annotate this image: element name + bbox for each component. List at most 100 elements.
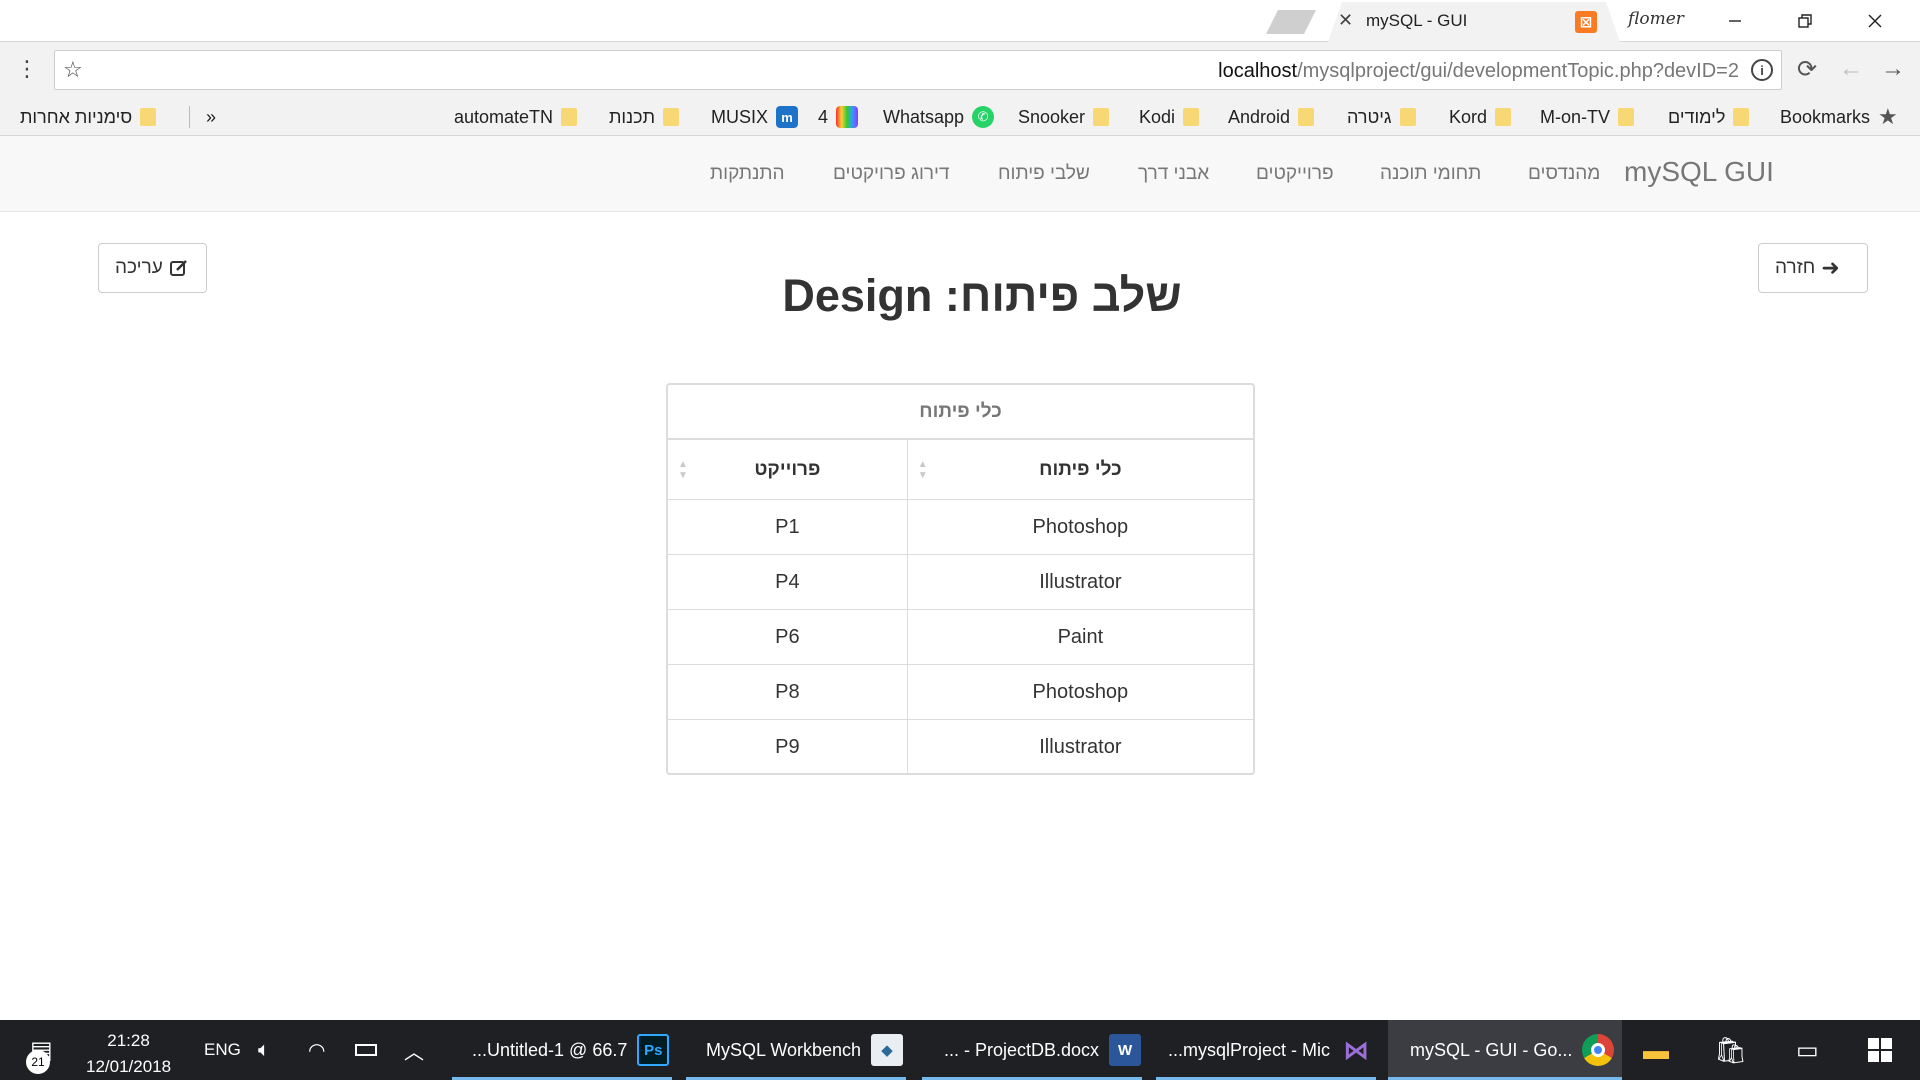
nav-link-software-domains[interactable]: תחומי תוכנה — [1380, 163, 1481, 185]
table-row: P9 Illustrator — [668, 719, 1253, 775]
bookmark-folder[interactable]: automateTN — [454, 104, 578, 130]
minimize-button[interactable] — [1700, 0, 1770, 42]
window-controls — [1700, 0, 1920, 42]
nav-link-development-stages[interactable]: שלבי פיתוח — [998, 163, 1090, 185]
sort-icon: ▲ ▼ — [678, 459, 688, 481]
clock-time: 21:28 — [107, 1031, 150, 1050]
forward-icon[interactable]: → — [1878, 54, 1908, 84]
cell-project: P8 — [668, 664, 908, 720]
header-label: פרוייקט — [754, 458, 821, 480]
store-icon[interactable]: 🛍︎ — [1714, 1020, 1747, 1080]
folder-icon — [1399, 108, 1416, 126]
nav-link-project-rating[interactable]: דירוג פרויקטים — [833, 163, 950, 185]
close-icon — [1868, 14, 1882, 28]
navbar-brand[interactable]: mySQL GUI — [1624, 156, 1774, 188]
language-indicator[interactable]: ENG — [204, 1020, 241, 1080]
new-tab-button[interactable] — [1266, 10, 1316, 34]
windows-taskbar: ▤ 21 21:28 12/01/2018 ENG 🔈︎ ◠ ︿ ...Unti… — [0, 1020, 1920, 1080]
bookmark-folder[interactable]: Kodi — [1139, 104, 1200, 130]
taskbar-clock[interactable]: 21:28 12/01/2018 — [86, 1028, 171, 1080]
cell-project: P9 — [668, 719, 908, 775]
nav-link-engineers[interactable]: מהנדסים — [1528, 163, 1600, 185]
bookmark-label: automateTN — [454, 106, 554, 127]
column-header-project[interactable]: פרוייקט ▲ ▼ — [668, 439, 908, 500]
taskbar-app-label: ... - ProjectDB.docx — [944, 1039, 1100, 1060]
tab-close-icon[interactable]: ✕ — [1338, 10, 1353, 31]
header-label: כלי פיתוח — [1039, 458, 1122, 480]
wifi-icon[interactable]: ◠ — [308, 1020, 325, 1080]
notification-count: 21 — [26, 1050, 50, 1074]
table-row: P6 Paint — [668, 609, 1253, 665]
taskbar-app-label: mySQL - GUI - Go... — [1410, 1039, 1573, 1060]
site-navbar: mySQL GUI מהנדסים תחומי תוכנה פרוייקטים … — [0, 136, 1920, 212]
cell-project: P1 — [668, 499, 908, 555]
folder-icon — [1733, 108, 1750, 126]
bookmark-folder[interactable]: Snooker — [1018, 104, 1110, 130]
file-explorer-icon[interactable]: ▬ — [1643, 1020, 1669, 1080]
taskbar-app-label: MySQL Workbench — [706, 1039, 862, 1060]
table-row: P8 Photoshop — [668, 664, 1253, 720]
bookmark-label: 4 — [818, 106, 829, 127]
profile-name[interactable]: flomer — [1628, 9, 1684, 29]
taskbar-app-photoshop[interactable]: ...Untitled-1 @ 66.7 Ps — [452, 1020, 672, 1080]
volume-icon[interactable]: 🔈︎ — [258, 1020, 270, 1080]
cell-dev-tool: Illustrator — [906, 554, 1253, 610]
battery-icon[interactable] — [355, 1020, 377, 1080]
folder-icon — [561, 108, 578, 126]
show-hidden-icons-icon[interactable]: ︿ — [404, 1020, 424, 1080]
bookmark-folder[interactable]: תכנות — [609, 104, 680, 130]
bookmark-label: Android — [1228, 106, 1291, 127]
taskbar-app-chrome[interactable]: mySQL - GUI - Go... — [1388, 1020, 1622, 1080]
cell-project: P4 — [668, 554, 908, 610]
tab-title: mySQL - GUI — [1366, 11, 1468, 30]
url-text[interactable]: localhost/mysqlproject/gui/developmentTo… — [1218, 60, 1739, 83]
bookmark-folder[interactable]: לימודים — [1668, 104, 1750, 130]
bookmark-folder[interactable]: Kord — [1449, 104, 1512, 130]
nav-link-milestones[interactable]: אבני דרך — [1138, 163, 1209, 185]
taskbar-app-word[interactable]: ... - ProjectDB.docx W — [922, 1020, 1142, 1080]
windows-start-icon[interactable] — [1868, 1020, 1892, 1080]
tv-icon — [836, 106, 859, 128]
taskbar-app-visual-studio[interactable]: ...mysqlProject - Mic ⋈ — [1156, 1020, 1376, 1080]
bookmark-bookmarks[interactable]: Bookmarks ★ — [1780, 104, 1898, 130]
reload-icon[interactable]: ⟳ — [1792, 54, 1822, 84]
address-bar[interactable]: ☆ localhost/mysqlproject/gui/development… — [54, 50, 1782, 90]
back-button[interactable]: חזרה ➜ — [1758, 243, 1868, 293]
back-icon[interactable]: ← — [1836, 54, 1866, 84]
bookmark-label: לימודים — [1668, 106, 1726, 127]
other-bookmarks[interactable]: סימניות אחרות — [20, 104, 157, 130]
musix-icon: m — [776, 106, 799, 128]
minimize-icon — [1729, 20, 1741, 22]
dev-tools-table: פרוייקט ▲ ▼ כלי פיתוח ▲ ▼ P1 Photoshop P4 … — [668, 439, 1253, 775]
table-header-row: פרוייקט ▲ ▼ כלי פיתוח ▲ ▼ — [668, 439, 1253, 500]
action-center-button[interactable]: ▤ 21 — [26, 1020, 53, 1080]
chrome-menu-icon[interactable]: ⋮ — [16, 58, 38, 80]
close-window-button[interactable] — [1840, 0, 1910, 42]
chrome-icon-center — [1591, 1043, 1606, 1057]
column-header-dev-tool[interactable]: כלי פיתוח ▲ ▼ — [906, 439, 1253, 500]
bookmark-whatsapp[interactable]: Whatsapp ✆ — [883, 104, 995, 130]
bookmark-folder[interactable]: Android — [1228, 104, 1315, 130]
bookmark-musix[interactable]: MUSIX m — [711, 104, 799, 130]
folder-icon — [1618, 108, 1635, 126]
bookmark-label: Kord — [1449, 106, 1488, 127]
taskbar-app-mysql-workbench[interactable]: MySQL Workbench ◆ — [686, 1020, 906, 1080]
photoshop-icon: Ps — [637, 1034, 670, 1066]
folder-icon — [1495, 108, 1512, 126]
restore-button[interactable] — [1770, 0, 1840, 42]
task-view-icon[interactable]: ▭ — [1796, 1020, 1819, 1080]
restore-icon — [1798, 14, 1812, 28]
bookmark-star-icon[interactable]: ☆ — [63, 57, 83, 83]
edit-button[interactable]: עריכה — [98, 243, 207, 293]
nav-link-projects[interactable]: פרוייקטים — [1256, 163, 1334, 185]
bookmarks-overflow-button[interactable]: » — [206, 104, 216, 130]
bookmark-folder[interactable]: M-on-TV — [1540, 104, 1635, 130]
bookmark-folder[interactable]: גיטרה — [1347, 104, 1416, 130]
browser-titlebar: ✕ mySQL - GUI ⊠ flomer — [0, 0, 1920, 42]
folder-icon — [663, 108, 680, 126]
bookmarks-divider — [189, 106, 190, 128]
nav-link-logout[interactable]: התנתקות — [710, 163, 785, 185]
site-info-icon[interactable]: i — [1751, 59, 1773, 81]
bookmark-tv[interactable]: 4 — [818, 104, 859, 130]
edit-label: עריכה — [115, 257, 163, 278]
